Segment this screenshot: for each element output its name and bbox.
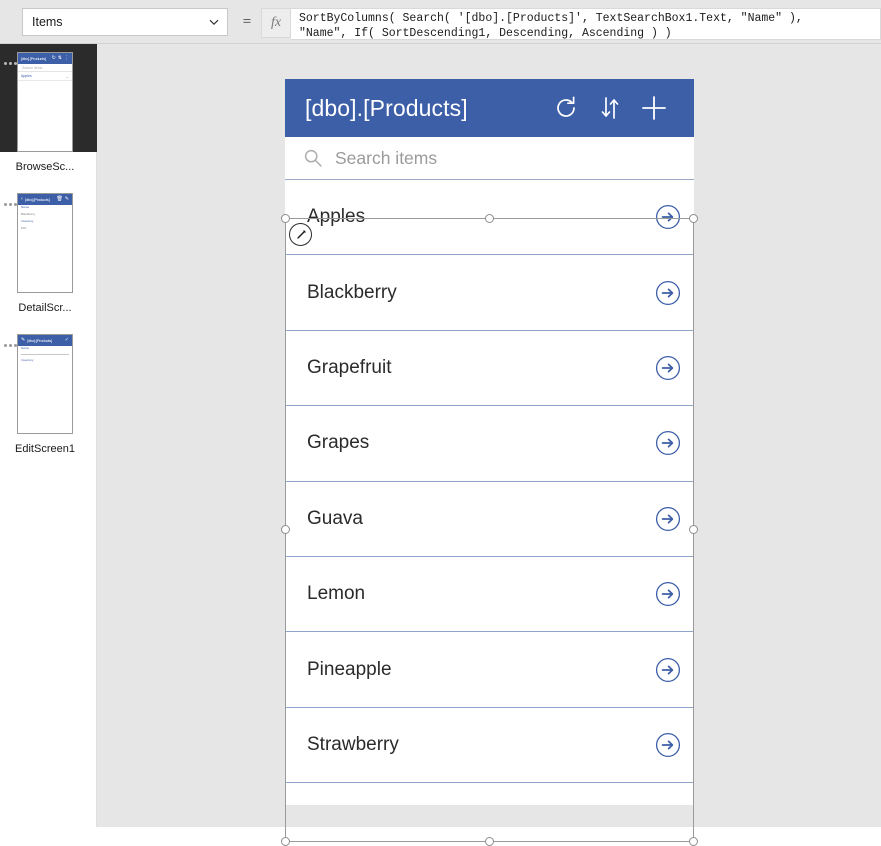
sidebar-item-browsescreen[interactable]: [dbo].[Products] ↻ ⇅ ⋮ Search items Appl… <box>0 44 97 185</box>
thumb-header-title: [dbo].[Products] <box>24 197 50 202</box>
sidebar-item-label: DetailScr... <box>18 302 72 314</box>
screen-thumbnail-detailscreen[interactable]: ‹ [dbo].[Products] 🗑 ✎ Name Blackberry I… <box>0 185 97 293</box>
thumb-field-label: Inventory <box>21 219 34 223</box>
thumb-header-title: [dbo].[Products] <box>27 338 53 343</box>
property-dropdown[interactable]: Items <box>22 8 228 36</box>
gallery-item[interactable]: Blackberry <box>285 255 694 331</box>
arrow-right-circle-icon[interactable] <box>642 430 694 456</box>
thumb-header: [dbo].[Products] ↻ ⇅ ⋮ <box>18 53 72 64</box>
app-title: [dbo].[Products] <box>305 94 468 121</box>
thumbnail-preview: ✎ [dbo].[Products] ✓ Name Inventory <box>17 334 73 434</box>
thumbnail-preview: [dbo].[Products] ↻ ⇅ ⋮ Search items Appl… <box>17 52 73 152</box>
screens-sidebar: [dbo].[Products] ↻ ⇅ ⋮ Search items Appl… <box>0 44 97 827</box>
gallery-item-label: Blackberry <box>307 281 397 303</box>
gallery-item[interactable]: Pineapple <box>285 632 694 708</box>
thumb-field-underline <box>21 354 69 355</box>
chevron-down-icon <box>207 15 221 29</box>
gallery-item-label: Guava <box>307 507 363 529</box>
gallery-item-label: Grapes <box>307 432 370 454</box>
screen-thumbnail-editscreen1[interactable]: ✎ [dbo].[Products] ✓ Name Inventory <box>0 326 97 434</box>
thumb-field-label: Name <box>21 346 30 350</box>
gallery-item-label: Apples <box>307 206 366 228</box>
gallery-item-label: Pineapple <box>307 658 392 680</box>
gallery-item[interactable]: Grapefruit <box>285 330 694 407</box>
search-bar[interactable]: Search items <box>285 137 694 179</box>
check-icon: ✓ <box>64 337 69 343</box>
refresh-icon: ↻ <box>51 55 56 61</box>
add-icon[interactable] <box>632 86 676 130</box>
sort-icon: ⇅ <box>57 55 62 61</box>
gallery-item[interactable]: Apples <box>285 180 694 256</box>
resize-handle-bottom-right[interactable] <box>689 837 698 846</box>
screen-thumbnail-browsescreen[interactable]: [dbo].[Products] ↻ ⇅ ⋮ Search items Appl… <box>0 44 97 152</box>
fx-icon[interactable]: fx <box>261 8 291 38</box>
thumbnail-preview: ‹ [dbo].[Products] 🗑 ✎ Name Blackberry I… <box>17 193 73 293</box>
pencil-icon[interactable] <box>289 223 312 246</box>
thumb-field-label: Name <box>21 205 30 209</box>
gallery-item[interactable]: Grapes <box>285 406 694 482</box>
thumb-row: Apples → <box>18 72 72 81</box>
property-dropdown-value: Items <box>32 15 63 29</box>
arrow-right-circle-icon[interactable] <box>642 204 694 230</box>
formula-input[interactable]: SortByColumns( Search( '[dbo].[Products]… <box>291 8 881 40</box>
screen-overflow-menu-icon[interactable] <box>4 203 17 208</box>
resize-handle-bottom-left[interactable] <box>281 837 290 846</box>
arrow-right-circle-icon[interactable] <box>642 657 694 683</box>
gallery-item[interactable]: Strawberry <box>285 707 694 784</box>
search-icon <box>303 148 323 168</box>
gallery-item-label: Grapefruit <box>307 356 392 378</box>
screen-overflow-menu-icon[interactable] <box>4 344 17 349</box>
gallery-item-partial[interactable] <box>285 783 694 806</box>
thumb-header: ✎ [dbo].[Products] ✓ <box>18 335 72 346</box>
trash-icon: 🗑 <box>56 196 63 202</box>
sidebar-item-editscreen1[interactable]: ✎ [dbo].[Products] ✓ Name Inventory Edit… <box>0 326 96 467</box>
app-header: [dbo].[Products] <box>285 79 694 137</box>
search-input[interactable]: Search items <box>335 148 437 169</box>
sort-icon[interactable] <box>588 86 632 130</box>
thumb-field-value: Blackberry <box>21 212 36 216</box>
thumb-header: ‹ [dbo].[Products] 🗑 ✎ <box>18 194 72 205</box>
gallery-item-label: Lemon <box>307 583 366 605</box>
arrow-right-circle-icon[interactable] <box>642 355 694 381</box>
app-preview[interactable]: [dbo].[Products] Search items Apples Bla… <box>285 79 694 806</box>
sidebar-item-label: EditScreen1 <box>15 443 75 455</box>
sidebar-item-detailscreen[interactable]: ‹ [dbo].[Products] 🗑 ✎ Name Blackberry I… <box>0 185 96 326</box>
arrow-right-circle-icon[interactable] <box>642 280 694 306</box>
arrow-right-circle-icon[interactable] <box>642 732 694 758</box>
edit-icon: ✎ <box>64 196 69 202</box>
arrow-right-circle-icon[interactable] <box>642 506 694 532</box>
arrow-right-circle-icon[interactable] <box>642 581 694 607</box>
gallery-item[interactable]: Lemon <box>285 556 694 633</box>
thumb-row-label: Apples <box>21 74 32 78</box>
resize-handle-bottom-center[interactable] <box>484 837 494 846</box>
gallery[interactable]: Apples Blackberry Grapefruit Grapes Guav… <box>285 179 694 806</box>
equals-sign: = <box>242 13 252 30</box>
screen-overflow-menu-icon[interactable] <box>4 62 17 67</box>
gallery-item[interactable]: Guava <box>285 481 694 557</box>
add-icon: ⋮ <box>64 55 69 61</box>
back-icon: ‹ <box>21 196 23 202</box>
design-canvas[interactable]: [dbo].[Products] Search items Apples Bla… <box>97 44 881 846</box>
formula-bar: Items = fx SortByColumns( Search( '[dbo]… <box>0 0 881 44</box>
thumb-field-value: 100 <box>21 226 27 230</box>
thumb-search: Search items <box>18 64 72 72</box>
refresh-icon[interactable] <box>544 86 588 130</box>
edit-icon: ✎ <box>21 337 26 343</box>
thumb-header-title: [dbo].[Products] <box>21 56 46 61</box>
gallery-item-label: Strawberry <box>307 733 399 755</box>
thumb-field-label: Inventory <box>21 358 34 362</box>
arrow-right-circle-icon: → <box>65 74 69 79</box>
sidebar-item-label: BrowseSc... <box>15 161 75 173</box>
